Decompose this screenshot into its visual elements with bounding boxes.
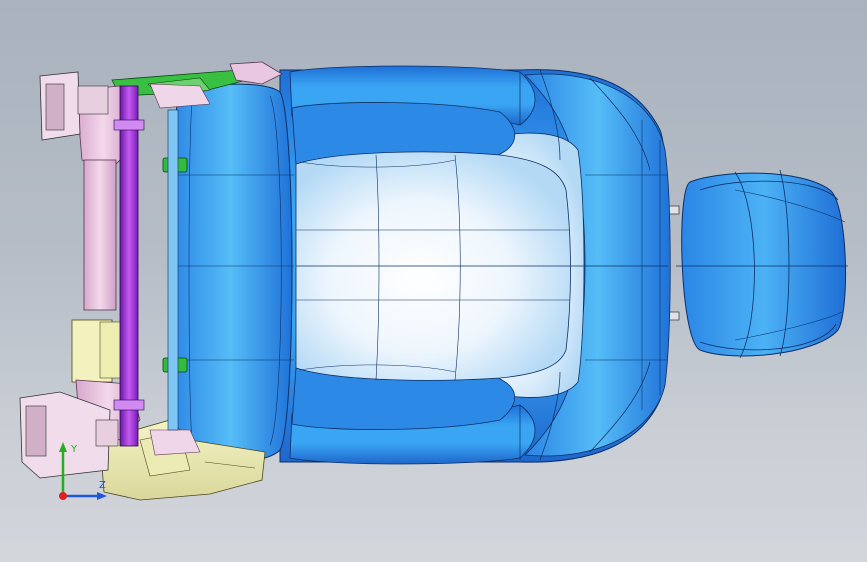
headrest[interactable]	[664, 169, 848, 359]
cad-viewport[interactable]: Y Z	[0, 0, 867, 562]
y-axis-arrow-icon	[59, 442, 67, 452]
x-axis-dot-icon	[59, 492, 67, 500]
cushion-front-roll[interactable]	[169, 83, 295, 463]
cross-tube[interactable]	[167, 109, 179, 431]
y-axis-label: Y	[70, 444, 78, 455]
z-axis-label: Z	[99, 480, 106, 491]
z-axis-arrow-icon	[97, 492, 107, 500]
seat-assembly-model[interactable]	[0, 0, 867, 562]
axis-triad: Y Z	[59, 442, 107, 500]
